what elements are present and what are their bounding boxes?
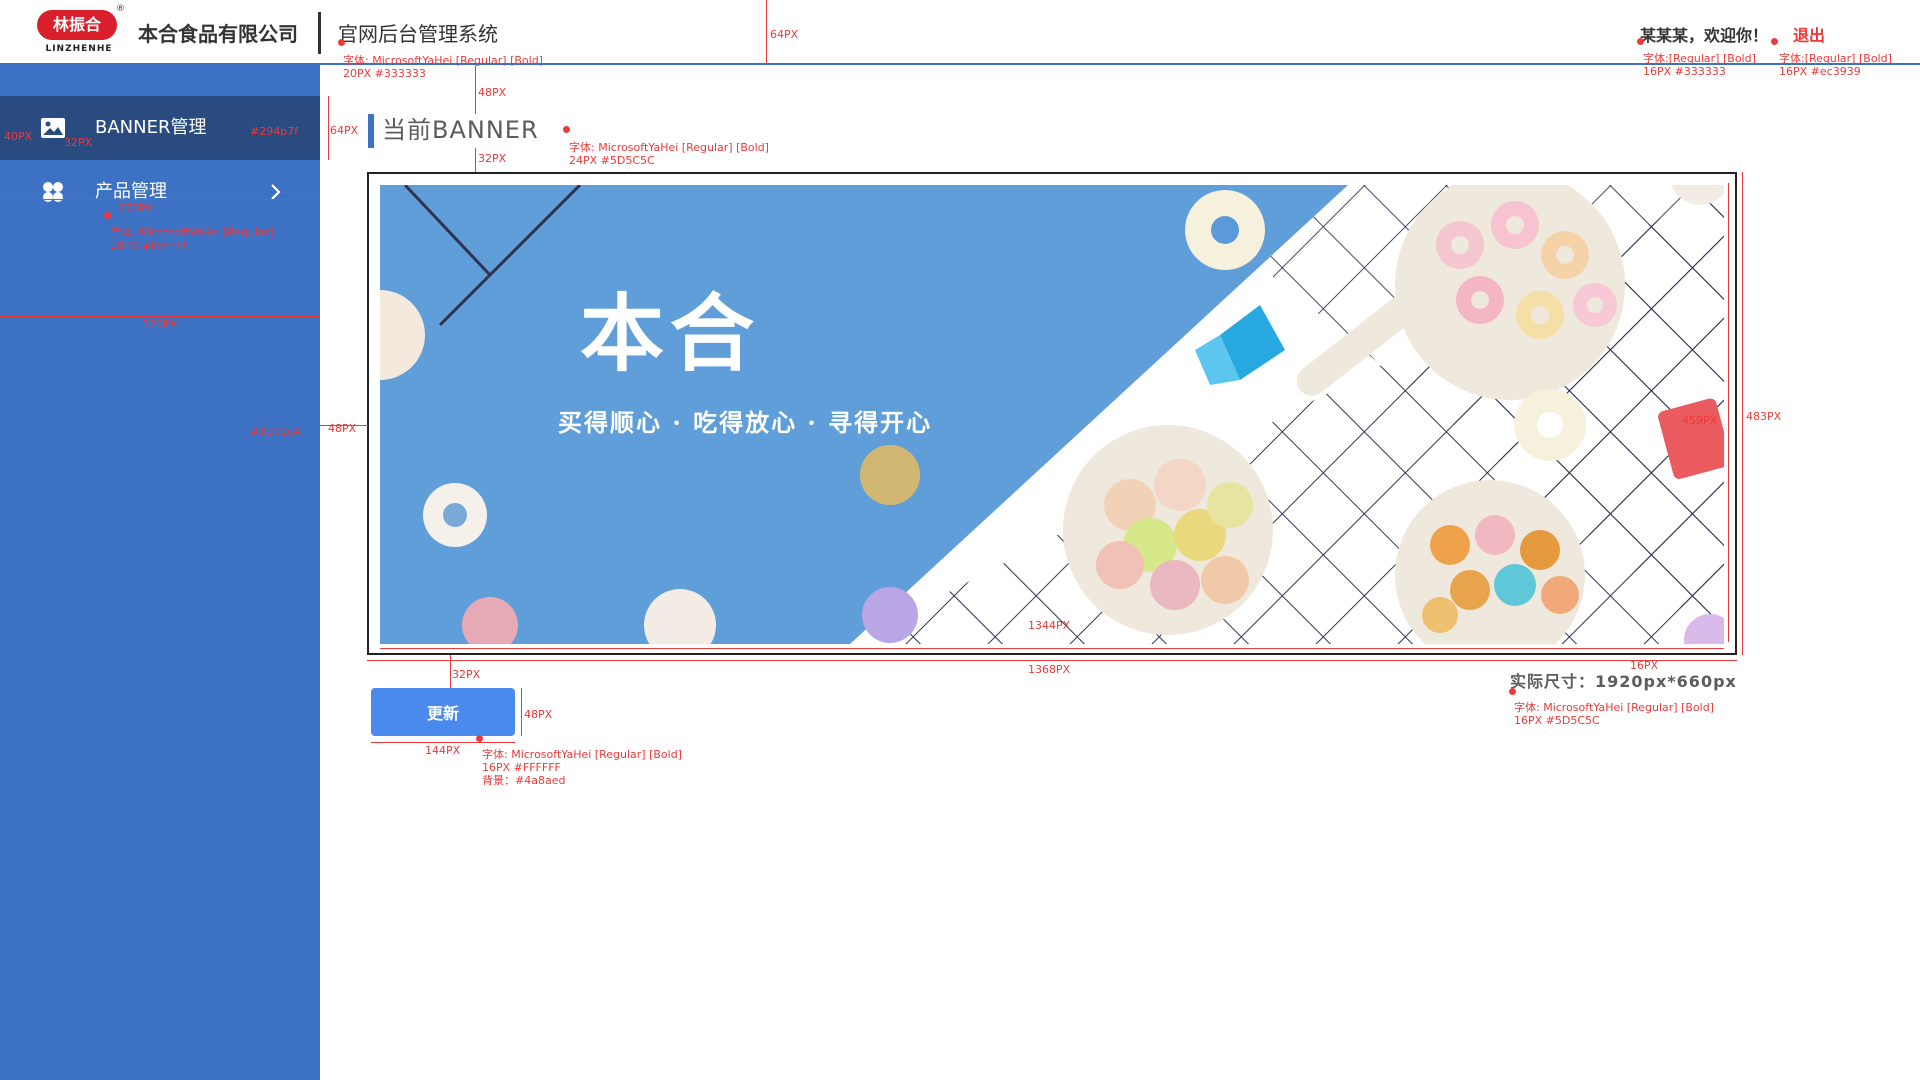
annotation-marker <box>476 735 483 742</box>
banner-title: 本合 <box>580 284 761 383</box>
annotation-frame-width: 1368PX <box>1028 663 1071 676</box>
section-title-accent <box>368 114 374 148</box>
annotation-line <box>1728 183 1729 642</box>
annotation-section-gap: 32PX <box>478 152 507 165</box>
sidebar-item-label: BANNER管理 <box>95 117 207 138</box>
sidebar-item-products[interactable]: 产品管理 <box>0 160 320 224</box>
top-header: 林振合 ® LINZHENHE 本合食品有限公司 官网后台管理系统 某某某，欢迎… <box>0 0 1920 64</box>
system-title: 官网后台管理系统 <box>338 22 498 46</box>
annotation-line <box>450 655 451 688</box>
banner-slogan: 买得顺心 · 吃得放心 · 寻得开心 <box>558 408 933 437</box>
header-divider <box>318 12 321 54</box>
annotation-line <box>371 742 515 743</box>
annotation-line <box>1742 172 1743 655</box>
annotation-section-font: 字体: MicrosoftYaHei [Regular] [Bold] 24PX… <box>569 141 769 167</box>
section-title: 当前BANNER <box>382 116 539 144</box>
annotation-button-gap: 32PX <box>452 668 481 681</box>
logout-link[interactable]: 退出 <box>1793 22 1825 46</box>
annotation-icon-left: 40PX <box>4 130 33 143</box>
annotation-button-font: 字体: MicrosoftYaHei [Regular] [Bold] 16PX… <box>482 748 682 787</box>
annotation-menu-font: 字体: MicrosoftYaHei [Regular] 18PX #FFFFF… <box>110 226 274 252</box>
annotation-line <box>521 688 522 736</box>
welcome-text: 某某某，欢迎你！ <box>1640 26 1769 45</box>
annotation-sidebar-width: 320PX <box>142 318 178 331</box>
logo-registered-mark: ® <box>116 4 125 14</box>
company-name: 本合食品有限公司 <box>138 22 298 46</box>
annotation-welcome-font: 字体:[Regular] [Bold] 16PX #333333 <box>1643 52 1756 78</box>
annotation-marker <box>563 126 570 133</box>
annotation-marker <box>338 39 345 46</box>
annotation-button-height: 48PX <box>524 708 553 721</box>
annotation-title-font: 字体: MicrosoftYaHei [Regular] [Bold] 20PX… <box>343 54 543 80</box>
logo-subtitle: LINZHENHE <box>45 44 113 54</box>
annotation-line <box>367 660 1737 661</box>
annotation-marker <box>104 212 111 219</box>
annotation-line <box>0 199 320 200</box>
annotation-logout-font: 字体:[Regular] [Bold] 16PX #ec3939 <box>1779 52 1892 78</box>
logo-badge: 林振合 <box>37 10 117 40</box>
annotation-line <box>0 316 320 317</box>
image-icon <box>41 118 65 138</box>
chevron-right-icon <box>271 184 281 200</box>
annotation-header-height: 64PX <box>770 28 799 41</box>
banner-preview-frame: 本合 买得顺心 · 吃得放心 · 寻得开心 <box>367 172 1737 655</box>
annotation-line <box>766 0 767 64</box>
annotation-active-color: #294b7f <box>250 125 299 138</box>
grid-icon <box>43 182 63 202</box>
banner-image: 本合 买得顺心 · 吃得放心 · 寻得开心 <box>380 185 1724 644</box>
annotation-image-width: 1344PX <box>1028 619 1071 632</box>
annotation-line <box>475 148 476 172</box>
annotation-content-left: 48PX <box>328 422 357 435</box>
annotation-line <box>328 96 329 160</box>
annotation-button-width: 144PX <box>425 744 461 757</box>
annotation-marker <box>1509 688 1516 695</box>
annotation-inner-padding: 16PX <box>1630 659 1659 672</box>
annotation-line <box>475 66 476 114</box>
actual-size-note: 实际尺寸：1920px*660px <box>1510 672 1737 691</box>
annotation-frame-height: 483PX <box>1746 410 1782 423</box>
company-logo[interactable]: 林振合 ® LINZHENHE <box>37 4 125 56</box>
annotation-menu-height: 64PX <box>330 124 359 137</box>
annotation-marker <box>1771 38 1778 45</box>
sidebar: BANNER管理 产品管理 <box>0 65 320 1080</box>
annotation-gap-48: 48PX <box>478 86 507 99</box>
sidebar-item-label: 产品管理 <box>95 181 167 202</box>
annotation-label-width: 272PX <box>118 202 154 215</box>
annotation-icon-size: 32PX <box>64 136 93 149</box>
annotation-image-height: 459PX <box>1682 414 1718 427</box>
annotation-line <box>380 648 1724 649</box>
update-button[interactable]: 更新 <box>371 688 515 736</box>
annotation-sidebar-color: #3d71c4 <box>250 425 301 438</box>
annotation-marker <box>1637 38 1644 45</box>
annotation-size-font: 字体: MicrosoftYaHei [Regular] [Bold] 16PX… <box>1514 701 1714 727</box>
